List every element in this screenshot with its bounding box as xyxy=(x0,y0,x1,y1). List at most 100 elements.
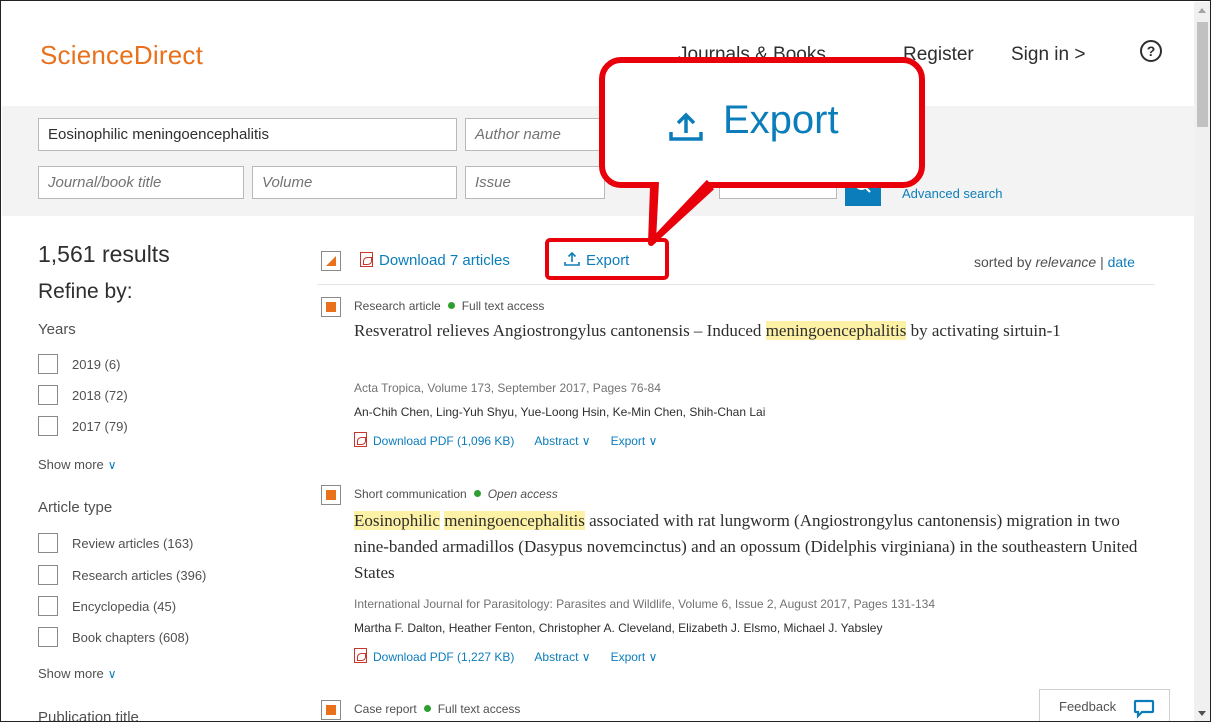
article-type-checkbox[interactable] xyxy=(38,627,58,647)
publication-title-facet-title: Publication title xyxy=(38,709,139,722)
article-type-facet-title: Article type xyxy=(38,499,113,516)
abstract-toggle[interactable]: Abstract ∨ xyxy=(534,650,590,664)
pdf-icon xyxy=(360,252,373,267)
toolbar-divider xyxy=(317,284,1155,285)
callout-export-label: Export xyxy=(723,98,839,142)
result-meta: Case report Full text access xyxy=(354,702,520,716)
nav-sign-in[interactable]: Sign in > xyxy=(1011,44,1085,66)
scroll-down-arrow-icon[interactable] xyxy=(1198,711,1206,716)
scroll-thumb[interactable] xyxy=(1197,22,1208,127)
abstract-toggle[interactable]: Abstract ∨ xyxy=(534,434,590,448)
download-articles-label: Download 7 articles xyxy=(379,252,510,269)
article-type-show-more[interactable]: Show more ∨ xyxy=(38,666,117,681)
feedback-label: Feedback xyxy=(1059,699,1117,714)
chevron-down-icon: ∨ xyxy=(581,650,591,664)
year-filter-label: 2017 (79) xyxy=(72,419,128,434)
result-checkbox[interactable] xyxy=(321,485,341,505)
sort-relevance[interactable]: relevance xyxy=(1035,254,1096,270)
access-label: Full text access xyxy=(437,702,521,716)
export-icon xyxy=(669,112,703,141)
article-type-checkbox[interactable] xyxy=(38,596,58,616)
export-highlight-box xyxy=(545,238,669,280)
issue-input[interactable]: Issue xyxy=(465,166,605,199)
show-more-label: Show more xyxy=(38,457,104,472)
result-actions: Download PDF (1,227 KB) Abstract ∨ Export … xyxy=(354,648,657,664)
title-highlight: meningoencephalitis xyxy=(444,511,585,530)
author-input[interactable]: Author name xyxy=(465,118,605,151)
download-pdf-label: Download PDF (1,227 KB) xyxy=(373,650,515,664)
result-authors: An-Chih Chen, Ling-Yuh Shyu, Yue-Loong H… xyxy=(354,405,766,419)
chevron-down-icon: ∨ xyxy=(107,458,117,472)
result-actions: Download PDF (1,096 KB) Abstract ∨ Export … xyxy=(354,432,657,448)
download-pdf-link[interactable]: Download PDF (1,227 KB) xyxy=(354,648,515,664)
title-text: by activating sirtuin-1 xyxy=(906,321,1061,340)
access-dot-icon xyxy=(473,490,481,497)
year-checkbox[interactable] xyxy=(38,416,58,436)
browser-frame: ScienceDirect Journals & Books Register … xyxy=(0,0,1211,722)
access-label: Full text access xyxy=(461,299,545,313)
scroll-up-arrow-icon[interactable] xyxy=(1198,8,1206,13)
volume-input[interactable]: Volume xyxy=(252,166,457,199)
refine-by-heading: Refine by: xyxy=(38,280,133,303)
article-type-checkbox[interactable] xyxy=(38,565,58,585)
export-callout: Export xyxy=(599,57,925,188)
year-filter-label: 2019 (6) xyxy=(72,357,121,372)
article-type-checkbox[interactable] xyxy=(38,533,58,553)
export-toggle[interactable]: Export ∨ xyxy=(611,650,658,664)
result-checkbox[interactable] xyxy=(321,700,341,720)
export-label: Export xyxy=(610,650,646,664)
download-pdf-link[interactable]: Download PDF (1,096 KB) xyxy=(354,432,514,448)
feedback-button[interactable]: Feedback xyxy=(1039,689,1170,721)
keywords-input[interactable]: Eosinophilic meningoencephalitis xyxy=(38,118,457,151)
advanced-search-link[interactable]: Advanced search xyxy=(902,186,1002,201)
article-type-label: Research article xyxy=(354,299,441,313)
show-more-label: Show more xyxy=(38,666,104,681)
sort-control: sorted by relevance | date xyxy=(974,254,1135,270)
chevron-down-icon: ∨ xyxy=(107,667,117,681)
article-type-label: Encyclopedia (45) xyxy=(72,599,177,614)
result-checkbox[interactable] xyxy=(321,297,341,317)
result-authors: Martha F. Dalton, Heather Fenton, Christ… xyxy=(354,621,883,635)
sorted-by-label: sorted by xyxy=(974,254,1032,270)
journal-title-input[interactable]: Journal/book title xyxy=(38,166,244,199)
result-meta: Research article Full text access xyxy=(354,299,544,313)
site-header: ScienceDirect Journals & Books Register … xyxy=(2,2,1194,106)
speech-bubble-icon xyxy=(1133,699,1155,719)
result-source: International Journal for Parasitology: … xyxy=(354,597,936,611)
article-type-label: Short communication xyxy=(354,487,467,501)
years-facet-title: Years xyxy=(38,321,76,338)
sciencedirect-logo[interactable]: ScienceDirect xyxy=(40,40,203,71)
pdf-icon xyxy=(354,432,367,447)
result-title[interactable]: Resveratrol relieves Angiostrongylus can… xyxy=(354,320,1154,342)
export-label: Export xyxy=(610,434,646,448)
title-highlight: meningoencephalitis xyxy=(765,321,907,340)
chevron-down-icon: ∨ xyxy=(648,434,658,448)
chevron-down-icon: ∨ xyxy=(648,650,658,664)
select-all-checkbox[interactable] xyxy=(321,251,341,271)
title-highlight: Eosinophilic xyxy=(354,511,440,530)
year-filter-label: 2018 (72) xyxy=(72,388,128,403)
result-source: Acta Tropica, Volume 173, September 2017… xyxy=(354,381,661,395)
sort-separator: | xyxy=(1100,254,1104,270)
results-count: 1,561 results xyxy=(38,241,170,267)
article-type-label: Review articles (163) xyxy=(72,536,194,551)
access-dot-icon xyxy=(423,705,431,712)
access-dot-icon xyxy=(447,302,455,309)
download-articles-link[interactable]: Download 7 articles xyxy=(360,252,510,269)
export-toggle[interactable]: Export ∨ xyxy=(611,434,658,448)
pdf-icon xyxy=(354,648,367,663)
result-meta: Short communication Open access xyxy=(354,487,558,501)
result-title[interactable]: Eosinophilic meningoencephalitis associa… xyxy=(354,508,1154,586)
year-checkbox[interactable] xyxy=(38,385,58,405)
article-type-label: Case report xyxy=(354,702,417,716)
vertical-scrollbar[interactable] xyxy=(1194,2,1210,721)
access-label: Open access xyxy=(487,487,558,501)
year-checkbox[interactable] xyxy=(38,354,58,374)
title-text: Resveratrol relieves Angiostrongylus can… xyxy=(354,321,766,340)
article-type-label: Research articles (396) xyxy=(72,568,207,583)
years-show-more[interactable]: Show more ∨ xyxy=(38,457,117,472)
help-icon[interactable]: ? xyxy=(1140,40,1162,62)
sort-date-link[interactable]: date xyxy=(1108,254,1135,270)
abstract-label: Abstract xyxy=(534,434,579,448)
article-type-label: Book chapters (608) xyxy=(72,630,190,645)
